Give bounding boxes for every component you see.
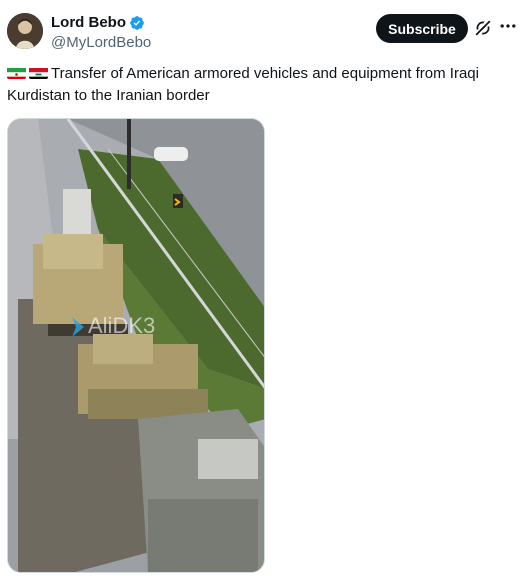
flag-iraq-icon xyxy=(29,66,48,79)
tweet-header: Lord Bebo @MyLordBebo Subscribe xyxy=(0,0,526,60)
display-name[interactable]: Lord Bebo xyxy=(51,14,126,32)
video-media[interactable]: AliDK3 xyxy=(7,118,265,573)
video-watermark: AliDK3 xyxy=(88,313,155,338)
avatar[interactable] xyxy=(7,13,43,49)
post-text: Transfer of American armored vehicles an… xyxy=(7,63,517,107)
subscribe-button[interactable]: Subscribe xyxy=(376,14,468,43)
display-name-row: Lord Bebo xyxy=(51,14,151,32)
video-frame-image: AliDK3 xyxy=(8,119,264,572)
flag-iran-icon xyxy=(7,66,26,79)
verified-badge-icon[interactable] xyxy=(129,15,145,31)
author-names: Lord Bebo @MyLordBebo xyxy=(51,14,151,53)
author-handle[interactable]: @MyLordBebo xyxy=(51,33,151,53)
grok-icon[interactable] xyxy=(474,19,492,37)
more-icon[interactable] xyxy=(498,16,518,36)
post-body-text: Transfer of American armored vehicles an… xyxy=(7,65,479,104)
avatar-image xyxy=(7,13,43,49)
